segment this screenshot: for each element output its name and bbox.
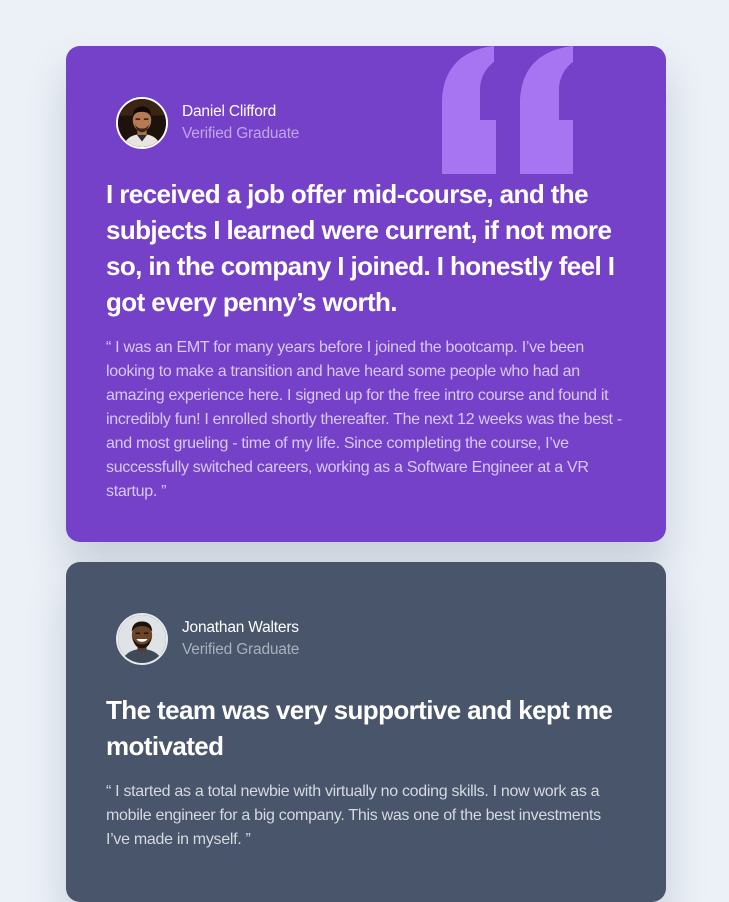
- author-name: Daniel Clifford: [182, 103, 277, 120]
- testimonial-card-daniel: Daniel Clifford Verified Graduate I rece…: [66, 46, 666, 542]
- avatar-photo-smiling-man-icon: [118, 615, 166, 663]
- avatar-photo-man-icon: [118, 99, 166, 147]
- testimonial-card-jonathan: Jonathan Walters Verified Graduate The t…: [66, 562, 666, 902]
- testimonial-body: “ I started as a total newbie with virtu…: [106, 783, 601, 848]
- author-role: Verified Graduate: [182, 125, 300, 142]
- testimonial-headline: I received a job offer mid-course, and t…: [106, 179, 615, 317]
- author-info: Daniel Clifford Verified Graduate: [116, 96, 626, 150]
- testimonial-headline: The team was very supportive and kept me…: [106, 695, 613, 761]
- author-role: Verified Graduate: [182, 641, 300, 658]
- avatar: [116, 613, 168, 665]
- testimonial-body: “ I was an EMT for many years before I j…: [106, 339, 622, 500]
- avatar: [116, 97, 168, 149]
- author-info: Jonathan Walters Verified Graduate: [116, 612, 626, 666]
- author-name: Jonathan Walters: [182, 619, 299, 636]
- author-meta: Daniel Clifford Verified Graduate: [182, 101, 299, 145]
- author-meta: Jonathan Walters Verified Graduate: [182, 617, 299, 661]
